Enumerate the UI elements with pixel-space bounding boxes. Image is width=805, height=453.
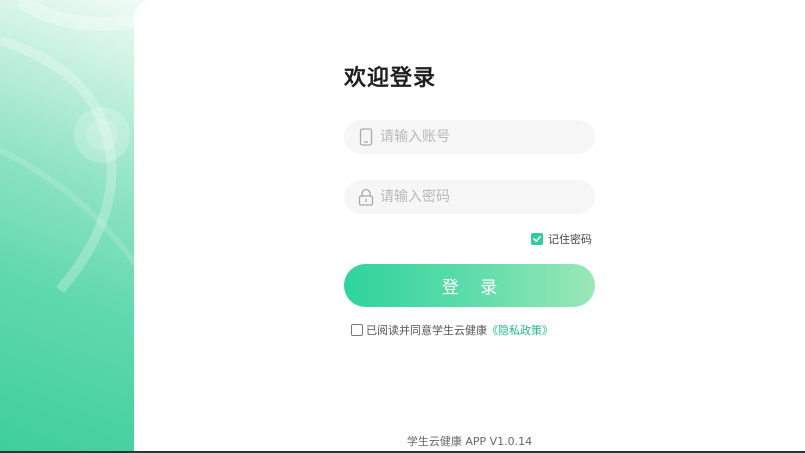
- app-version: 学生云健康 APP V1.0.14: [406, 435, 533, 448]
- login-button[interactable]: 登 录: [344, 264, 595, 307]
- login-page: 欢迎登录 记住密码 登 录 已阅读并同意学生云: [0, 0, 805, 453]
- lock-icon: [358, 187, 374, 207]
- account-input[interactable]: [380, 122, 580, 152]
- phone-icon: [358, 127, 374, 147]
- privacy-policy-link[interactable]: 《隐私政策》: [487, 322, 553, 338]
- page-title: 欢迎登录: [344, 66, 437, 91]
- stethoscope-illustration: [0, 0, 150, 294]
- remember-label: 记住密码: [548, 233, 592, 246]
- agreement-row: 已阅读并同意学生云健康 《隐私政策》: [351, 322, 553, 338]
- remember-checkbox[interactable]: [531, 233, 543, 245]
- side-decoration-panel: [0, 0, 150, 453]
- checkmark-icon: [533, 236, 541, 242]
- account-field[interactable]: [344, 120, 595, 154]
- password-input[interactable]: [380, 182, 580, 212]
- password-field[interactable]: [344, 180, 595, 214]
- agreement-checkbox[interactable]: [351, 324, 363, 336]
- remember-password-toggle[interactable]: 记住密码: [531, 231, 592, 247]
- login-card: [134, 0, 805, 453]
- agreement-text: 已阅读并同意学生云健康: [366, 324, 487, 337]
